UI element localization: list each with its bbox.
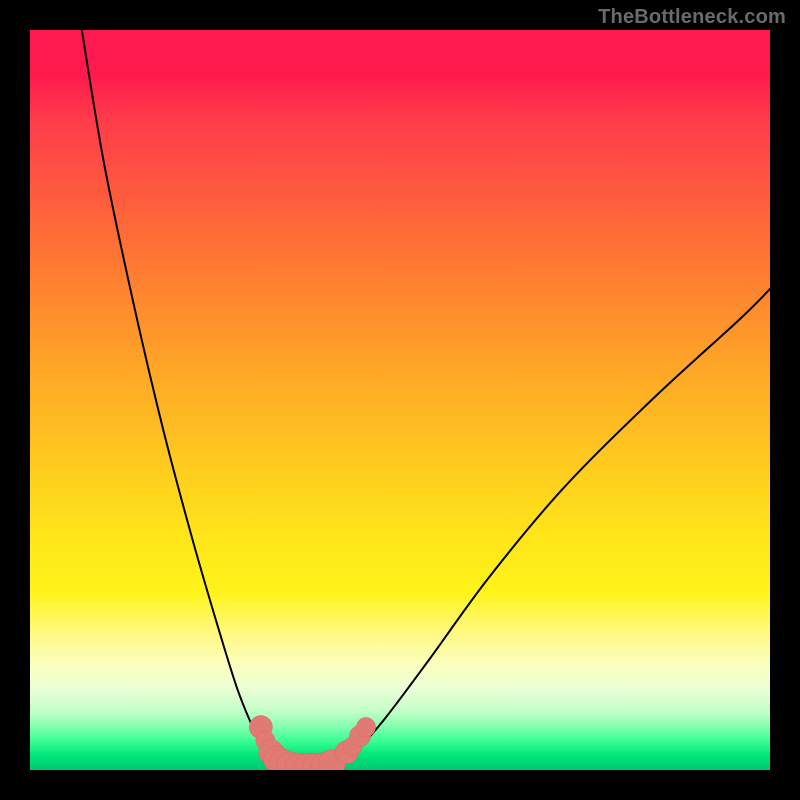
curve-layer — [30, 30, 770, 770]
plot-area — [30, 30, 770, 770]
data-marker — [356, 717, 375, 736]
chart-frame: TheBottleneck.com — [0, 0, 800, 800]
bottleneck-curve — [82, 30, 770, 768]
watermark-text: TheBottleneck.com — [598, 6, 786, 29]
marker-group — [249, 716, 375, 770]
